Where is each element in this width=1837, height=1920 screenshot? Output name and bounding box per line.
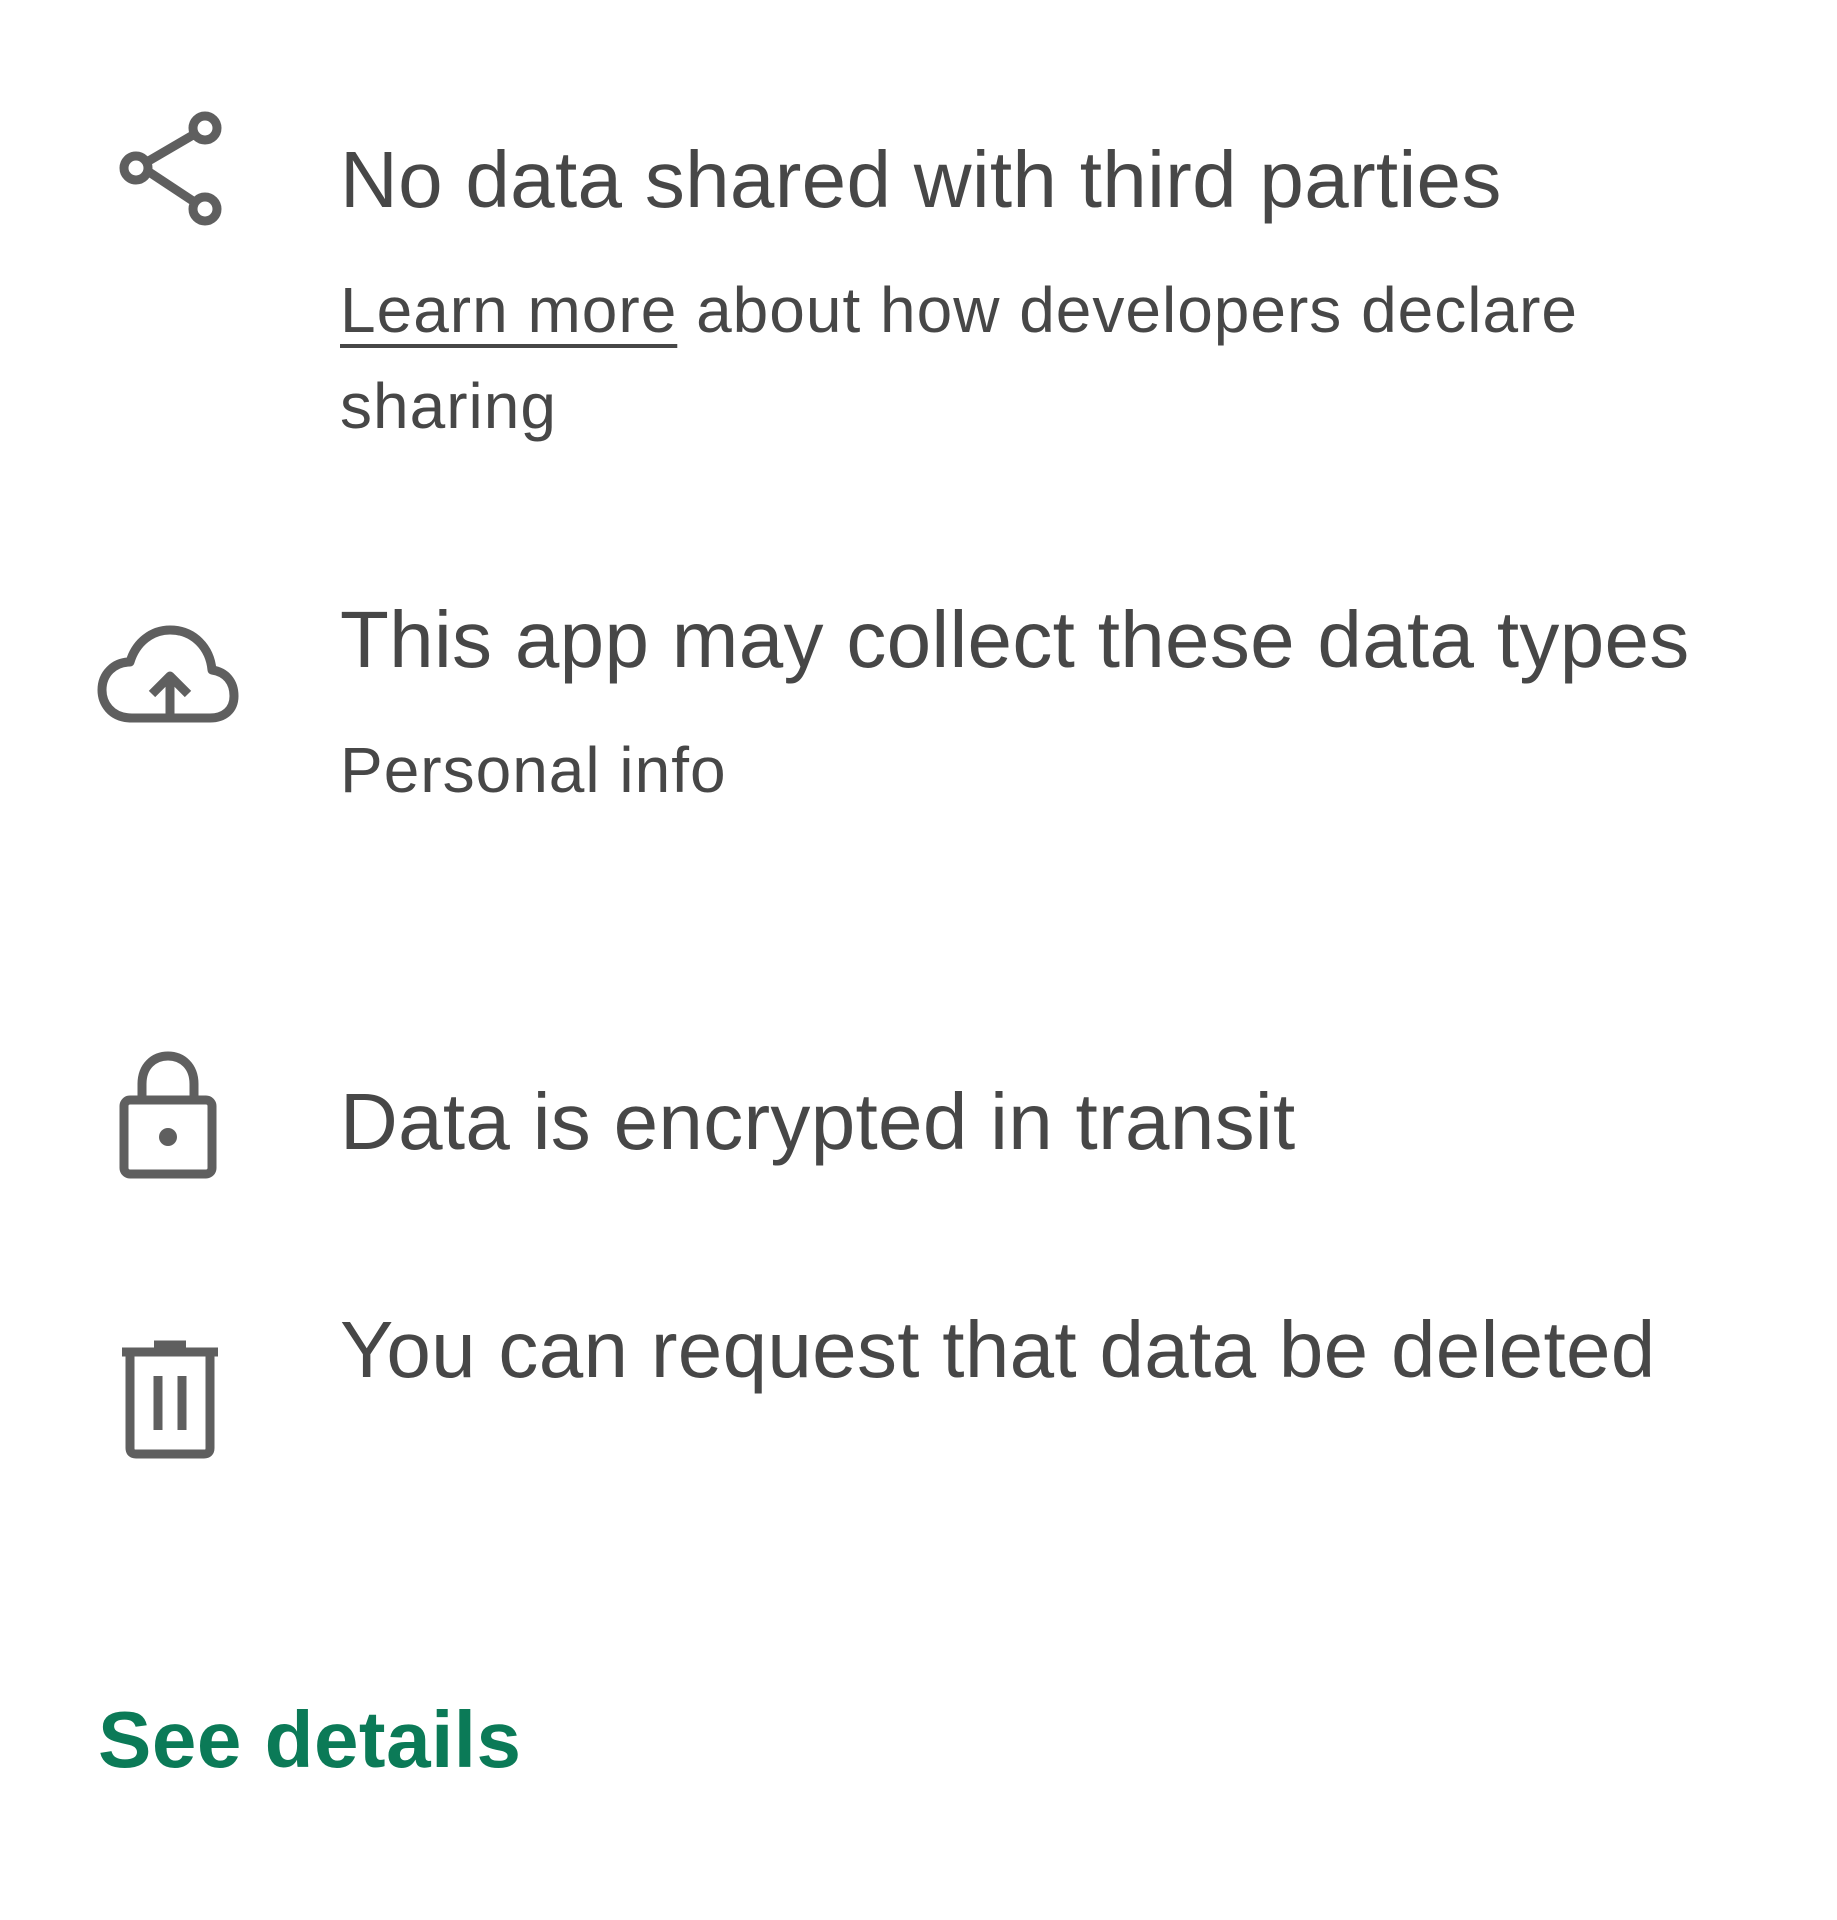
see-details-button[interactable]: See details — [98, 1690, 522, 1790]
sharing-title: No data shared with third parties — [340, 135, 1502, 224]
learn-more-link[interactable]: Learn more — [340, 274, 677, 346]
share-icon — [112, 108, 232, 228]
lock-icon — [118, 1050, 218, 1180]
cloud-upload-icon — [97, 622, 239, 732]
sharing-subtext: Learn more about how developers declare … — [340, 262, 1690, 454]
collection-subtext: Personal info — [340, 734, 727, 806]
deletion-title: You can request that data be deleted — [340, 1305, 1656, 1394]
encryption-title: Data is encrypted in transit — [340, 1077, 1296, 1166]
collection-title: This app may collect these data types — [340, 595, 1690, 684]
trash-icon — [120, 1340, 220, 1460]
